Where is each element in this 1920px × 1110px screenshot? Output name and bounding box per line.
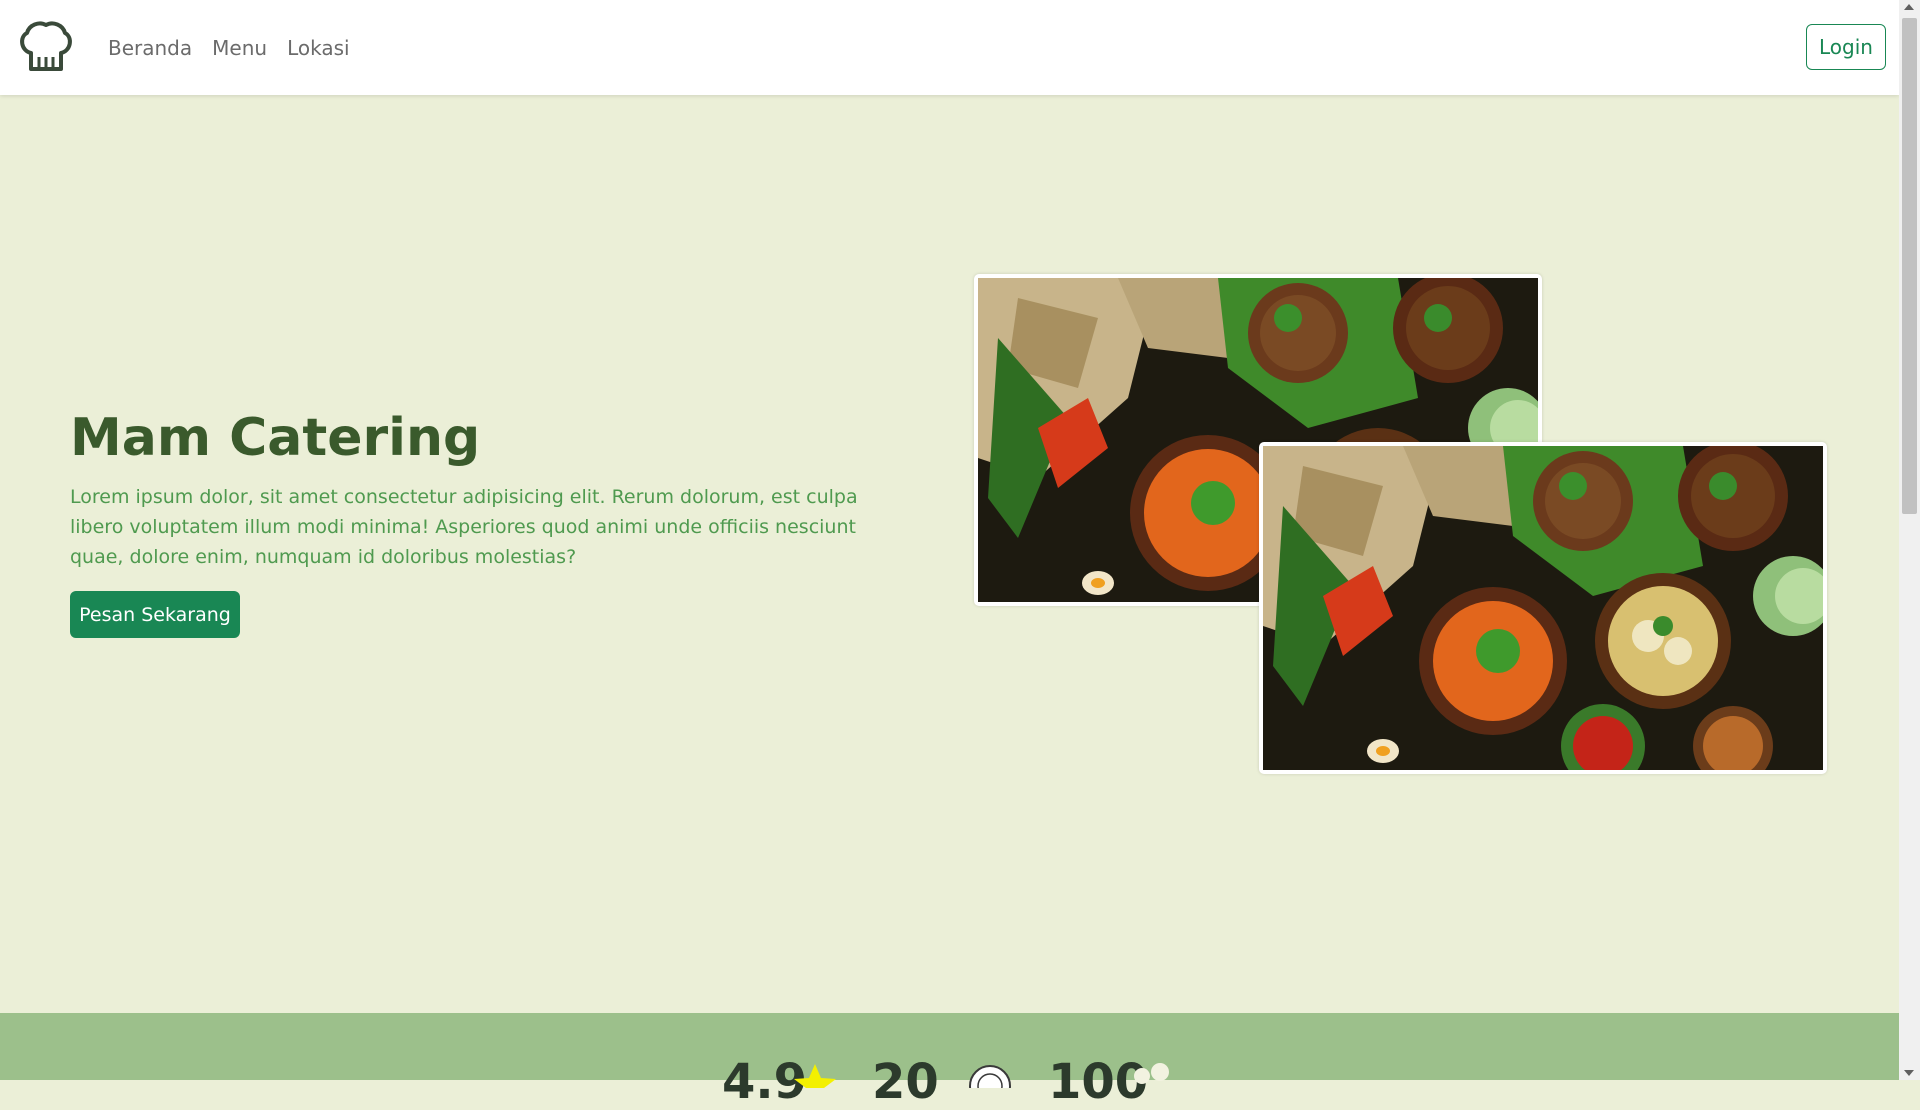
login-button[interactable]: Login xyxy=(1806,24,1886,70)
hero-title: Mam Catering xyxy=(70,408,481,468)
nav-link-menu[interactable]: Menu xyxy=(212,36,267,60)
scroll-up-arrow-icon[interactable] xyxy=(1904,4,1914,10)
page-scrollbar[interactable] xyxy=(1899,0,1920,1080)
hero-description: Lorem ipsum dolor, sit amet consectetur … xyxy=(70,486,858,568)
star-icon xyxy=(794,1064,836,1088)
scroll-down-arrow-icon[interactable] xyxy=(1904,1070,1914,1076)
stats-band xyxy=(0,1013,1899,1080)
stat-menu-count: 20 xyxy=(872,1054,939,1110)
food-image-front xyxy=(1259,442,1827,774)
people-icon xyxy=(1134,1063,1169,1084)
navbar: Beranda Menu Lokasi Login xyxy=(0,0,1899,95)
order-now-button[interactable]: Pesan Sekarang xyxy=(70,591,240,638)
nav-link-beranda[interactable]: Beranda xyxy=(108,36,192,60)
indonesian-food-platter-image xyxy=(1263,446,1823,770)
chef-hat-icon[interactable] xyxy=(17,19,75,75)
nav-links: Beranda Menu Lokasi xyxy=(108,0,370,95)
nav-link-lokasi[interactable]: Lokasi xyxy=(287,36,350,60)
plate-icon xyxy=(969,1065,1011,1088)
scrollbar-thumb[interactable] xyxy=(1902,18,1917,514)
